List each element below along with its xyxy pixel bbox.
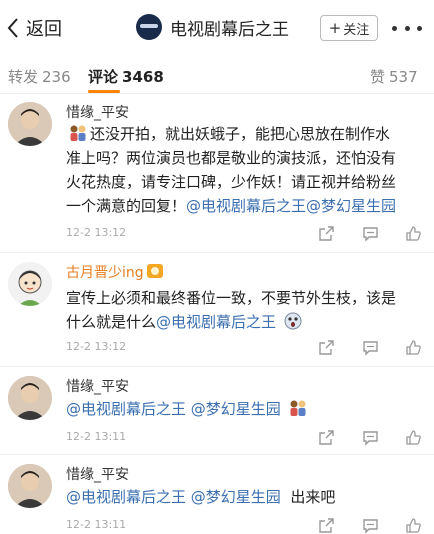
comment-icon[interactable] (362, 339, 379, 356)
comment-text: @电视剧幕后之王 @梦幻星生园 出来吧 (66, 485, 422, 509)
cartoon-avatar-icon (8, 262, 52, 306)
more-dot-icon (404, 25, 410, 31)
tab-bar: 转发 236 评论 3468 赞 537 (0, 56, 434, 94)
tab-comments-label: 评论 (88, 68, 119, 86)
couple-emoji-icon (70, 125, 86, 141)
comment-username[interactable]: 惜缘_平安 (66, 464, 129, 484)
mention-link[interactable]: @梦幻星生园 (306, 197, 396, 215)
share-icon[interactable] (318, 517, 335, 534)
mention-link[interactable]: @电视剧幕后之王 (66, 488, 186, 506)
divider (0, 252, 434, 253)
comment-time: 12-2 13:11 (66, 518, 127, 531)
mention-link[interactable]: @电视剧幕后之王 (156, 313, 276, 331)
tab-likes-count: 537 (389, 68, 418, 86)
avatar[interactable] (8, 262, 52, 306)
follow-plus-icon: + (328, 19, 342, 37)
comment-text: 宣传上必须和最终番位一致，不要节外生枝，该是 什么就是什么@电视剧幕后之王 (66, 286, 422, 334)
comment-username[interactable]: 古月晋少ing (66, 262, 163, 282)
share-icon[interactable] (318, 429, 335, 446)
avatar[interactable] (8, 376, 52, 420)
comment-item: 惜缘_平安 @电视剧幕后之王 @梦幻星生园 12-2 13:11 (0, 368, 434, 456)
tab-reposts[interactable]: 转发 236 (8, 66, 71, 87)
comment-text: 还没开拍，就出妖蛾子，能把心思放在制作水 准上吗？两位演员也都是敬业的演技派，还… (66, 122, 422, 218)
divider (0, 454, 434, 455)
vip-badge-icon (146, 264, 163, 278)
comment-actions (318, 516, 422, 534)
comment-line: @电视剧幕后之王 @梦幻星生园 出来吧 (66, 485, 422, 509)
user-photo-icon (8, 102, 52, 146)
comment-item: 古月晋少ing 宣传上必须和最终番位一致，不要节外生枝，该是 什么就是什么@电视… (0, 254, 434, 366)
active-tab-indicator (88, 90, 120, 93)
tab-likes[interactable]: 赞 537 (370, 66, 418, 87)
comment-item: 惜缘_平安 @电视剧幕后之王 @梦幻星生园 出来吧 12-2 13:11 (0, 456, 434, 534)
comment-line: 准上吗？两位演员也都是敬业的演技派，还怕没有 (66, 149, 397, 167)
mention-link[interactable]: @电视剧幕后之王 (186, 197, 306, 215)
back-button[interactable]: 返回 (6, 16, 62, 40)
comment-line: 还没开拍，就出妖蛾子，能把心思放在制作水 (66, 122, 422, 146)
couple-emoji-icon (290, 400, 306, 416)
back-label: 返回 (26, 19, 62, 40)
comment-icon[interactable] (362, 429, 379, 446)
comment-line-text: 还没开拍，就出妖蛾子，能把心思放在制作水 (90, 125, 391, 143)
comment-line-tail: 出来吧 (290, 488, 336, 506)
comment-time: 12-2 13:12 (66, 226, 127, 239)
more-options-button[interactable] (392, 18, 422, 38)
account-name: 电视剧幕后之王 (170, 19, 289, 40)
like-icon[interactable] (405, 225, 422, 242)
comment-username[interactable]: 惜缘_平安 (66, 102, 129, 122)
tab-comments[interactable]: 评论 3468 (88, 66, 164, 87)
divider (0, 366, 434, 367)
comment-actions (318, 428, 422, 446)
user-photo-icon (8, 464, 52, 508)
like-icon[interactable] (405, 339, 422, 356)
comment-username[interactable]: 惜缘_平安 (66, 376, 129, 396)
comment-actions (318, 338, 422, 356)
mention-link[interactable]: @梦幻星生园 (191, 488, 281, 506)
more-dot-icon (392, 25, 397, 31)
share-icon[interactable] (318, 225, 335, 242)
mention-link[interactable]: @梦幻星生园 (191, 400, 281, 418)
comment-line-text: 什么就是什么 (66, 313, 157, 331)
top-bar: 返回 电视剧幕后之王 + 关注 (0, 0, 434, 56)
back-chevron-icon (7, 18, 18, 38)
avatar[interactable] (8, 102, 52, 146)
comment-time: 12-2 13:12 (66, 340, 127, 353)
follow-label: 关注 (343, 22, 370, 38)
shocked-face-emoji-icon (284, 312, 302, 330)
user-photo-icon (8, 376, 52, 420)
more-dot-icon (417, 25, 422, 31)
comment-line: 火花热度，请专注口碑，少作妖！请正视并给粉丝 (66, 173, 397, 191)
follow-button[interactable]: + 关注 (320, 15, 378, 41)
comment-line: 宣传上必须和最终番位一致，不要节外生枝，该是 (66, 289, 397, 307)
comment-line-text: 一个满意的回复！ (66, 197, 187, 215)
comment-line: @电视剧幕后之王 @梦幻星生园 (66, 397, 422, 421)
comment-icon[interactable] (362, 517, 379, 534)
comment-icon[interactable] (362, 225, 379, 242)
comment-actions (318, 224, 422, 242)
comment-line: 一个满意的回复！@电视剧幕后之王@梦幻星生园 (66, 194, 422, 218)
tab-reposts-count: 236 (42, 68, 71, 86)
comment-item: 惜缘_平安 还没开拍，就出妖蛾子，能把心思放在制作水 准上吗？两位演员也都是敬业… (0, 94, 434, 254)
account-avatar (136, 14, 162, 40)
tab-likes-label: 赞 (370, 68, 386, 86)
comment-username-text: 古月晋少ing (66, 265, 144, 281)
comment-line: 什么就是什么@电视剧幕后之王 (66, 310, 422, 334)
tab-comments-count: 3468 (122, 68, 164, 86)
share-icon[interactable] (318, 339, 335, 356)
avatar[interactable] (8, 464, 52, 508)
mention-link[interactable]: @电视剧幕后之王 (66, 400, 186, 418)
comment-text: @电视剧幕后之王 @梦幻星生园 (66, 397, 422, 421)
account-header[interactable]: 电视剧幕后之王 (136, 14, 289, 40)
like-icon[interactable] (405, 517, 422, 534)
comment-time: 12-2 13:11 (66, 430, 127, 443)
like-icon[interactable] (405, 429, 422, 446)
tab-reposts-label: 转发 (8, 68, 39, 86)
